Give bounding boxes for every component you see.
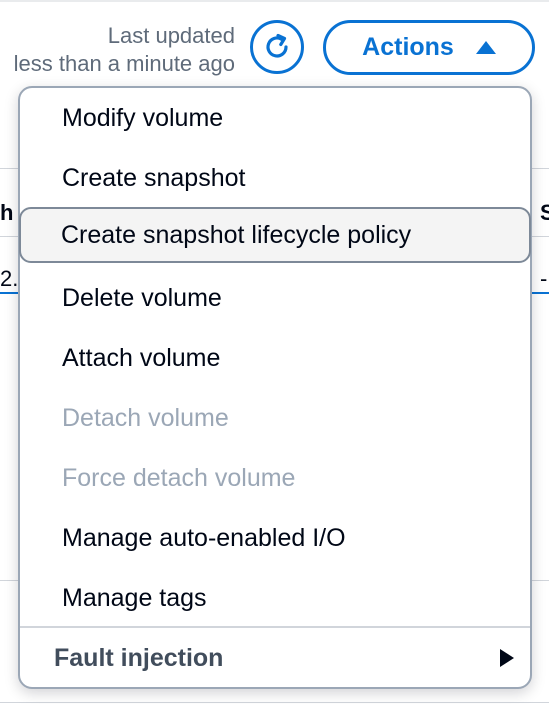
- table-divider-left: [0, 168, 18, 169]
- menu-item-label: Force detach volume: [62, 463, 296, 492]
- menu-item-label: Create snapshot: [62, 163, 246, 192]
- selected-row-border-left: [0, 292, 18, 294]
- menu-item-create-snapshot[interactable]: Create snapshot: [20, 150, 530, 206]
- menu-group-fault-injection[interactable]: Fault injection: [20, 630, 530, 686]
- menu-item-label: Modify volume: [62, 103, 224, 132]
- bottom-divider-left: [0, 580, 18, 581]
- bottom-divider: [0, 702, 549, 703]
- refresh-icon: [266, 33, 288, 58]
- menu-item-manage-tags[interactable]: Manage tags: [20, 570, 530, 626]
- menu-item-detach-volume: Detach volume: [20, 390, 530, 446]
- actions-button-label: Actions: [362, 33, 454, 61]
- menu-item-delete-volume[interactable]: Delete volume: [20, 270, 530, 326]
- menu-item-label: Manage tags: [62, 583, 207, 612]
- panel-border: [0, 0, 549, 2]
- table-cell-fragment-left: 2.: [0, 266, 19, 291]
- menu-group-label: Fault injection: [54, 643, 224, 672]
- last-updated-line1: Last updated: [107, 23, 235, 48]
- table-header-fragment-left: h: [0, 200, 14, 225]
- menu-item-force-detach-volume: Force detach volume: [20, 450, 530, 506]
- menu-item-attach-volume[interactable]: Attach volume: [20, 330, 530, 386]
- menu-item-label: Attach volume: [62, 343, 221, 372]
- menu-item-manage-auto-enabled-io[interactable]: Manage auto-enabled I/O: [20, 510, 530, 566]
- bottom-divider-right: [532, 580, 549, 581]
- menu-item-label: Create snapshot lifecycle policy: [61, 220, 412, 249]
- actions-dropdown-menu: Modify volume Create snapshot Create sna…: [18, 86, 532, 689]
- last-updated-text: Last updated less than a minute ago: [14, 22, 235, 78]
- table-header-fragment-right: S: [540, 200, 549, 225]
- caret-up-icon: [475, 41, 496, 54]
- last-updated-line2: less than a minute ago: [13, 51, 235, 76]
- table-divider-right: [532, 168, 549, 169]
- actions-button[interactable]: Actions: [323, 20, 535, 75]
- menu-item-label: Detach volume: [62, 403, 229, 432]
- menu-item-label: Delete volume: [62, 283, 222, 312]
- table-header-divider-right: [532, 236, 549, 237]
- refresh-button[interactable]: [250, 20, 304, 74]
- menu-item-label: Manage auto-enabled I/O: [62, 523, 346, 552]
- table-header-divider-left: [0, 236, 18, 237]
- menu-item-modify-volume[interactable]: Modify volume: [20, 90, 530, 146]
- menu-divider: [20, 626, 530, 628]
- page: Last updated less than a minute ago Acti…: [0, 0, 549, 704]
- caret-right-icon: [500, 649, 514, 667]
- selected-row-border-right: [532, 292, 549, 294]
- menu-item-create-snapshot-lifecycle-policy[interactable]: Create snapshot lifecycle policy: [19, 207, 531, 263]
- table-cell-fragment-right: -: [540, 266, 548, 291]
